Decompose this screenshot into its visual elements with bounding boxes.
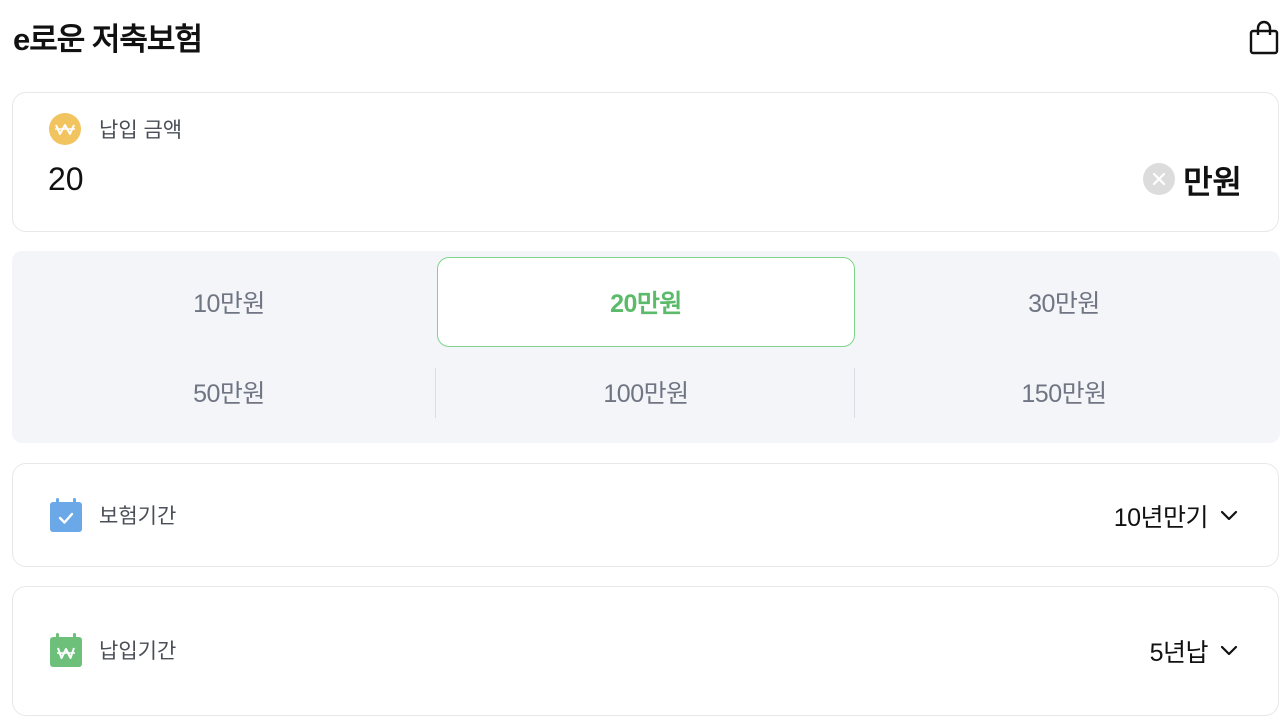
payment-period-value: 5년납	[1149, 639, 1209, 667]
insurance-period-value: 10년만기	[1113, 504, 1209, 532]
payment-period-label-row: 납입기간	[49, 632, 176, 668]
payment-period-value-row: 5년납	[1150, 633, 1238, 669]
page-title: e로운 저축보험	[13, 22, 203, 57]
insurance-period-label: 보험기간	[99, 505, 177, 528]
won-icon	[49, 113, 81, 145]
amount-unit: 만원	[1183, 164, 1242, 200]
grid-divider	[435, 368, 436, 418]
chevron-down-icon	[1220, 510, 1238, 521]
quick-amount-50[interactable]: 50만원	[20, 347, 438, 437]
payment-period-label: 납입기간	[99, 640, 177, 663]
clear-icon[interactable]	[1143, 163, 1175, 195]
quick-amount-20[interactable]: 20만원	[437, 257, 855, 347]
amount-input[interactable]	[48, 157, 1098, 201]
quick-amount-10[interactable]: 10만원	[20, 257, 438, 347]
quick-amount-30[interactable]: 30만원	[855, 257, 1273, 347]
calendar-won-icon	[50, 633, 82, 667]
quick-amount-150[interactable]: 150만원	[855, 347, 1273, 437]
quick-amount-100[interactable]: 100만원	[437, 347, 855, 437]
page-header: e로운 저축보험	[13, 0, 1280, 75]
amount-card: 납입 금액 만원	[12, 92, 1279, 232]
shopping-bag-icon[interactable]	[1248, 20, 1280, 56]
quick-amount-grid: 10만원 20만원 30만원 50만원 100만원 150만원	[12, 251, 1280, 443]
amount-label-row: 납입 금액	[49, 113, 182, 145]
insurance-period-label-row: 보험기간	[49, 497, 176, 533]
chevron-down-icon	[1220, 645, 1238, 656]
insurance-period-selector[interactable]: 보험기간 10년만기	[12, 463, 1279, 567]
amount-label: 납입 금액	[99, 119, 183, 142]
insurance-period-value-row: 10년만기	[1114, 498, 1238, 534]
calendar-check-icon	[50, 498, 82, 532]
payment-period-selector[interactable]: 납입기간 5년납	[12, 586, 1279, 716]
